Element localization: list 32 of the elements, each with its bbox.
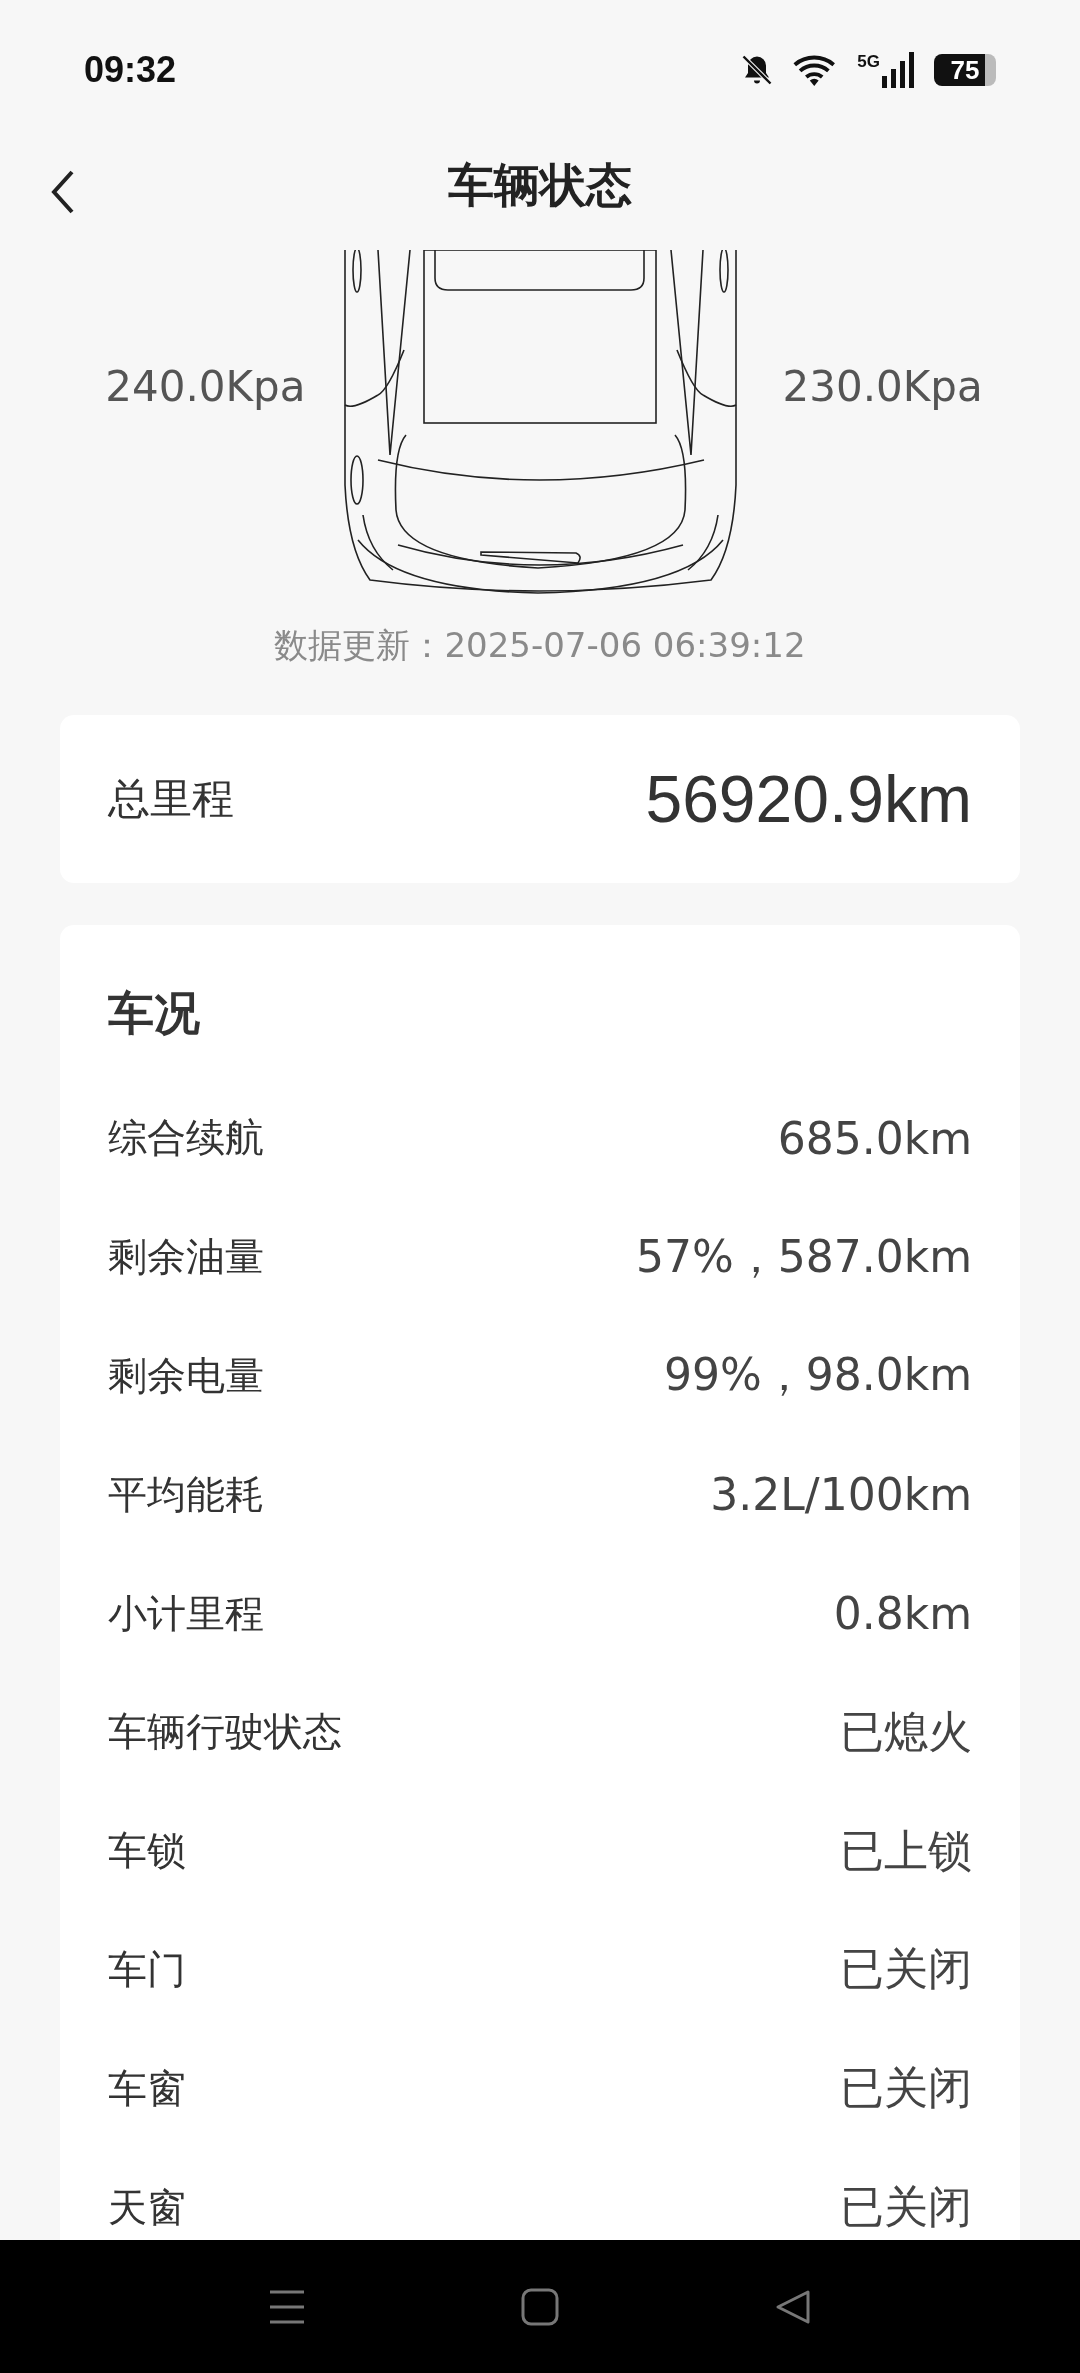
status-label: 小计里程 <box>108 1589 264 1638</box>
status-value: 已熄火 <box>840 1704 972 1759</box>
status-value: 99%，98.0km <box>663 1348 972 1403</box>
status-label: 剩余电量 <box>108 1352 264 1400</box>
status-label: 车窗 <box>108 2064 186 2113</box>
status-value: 57%，587.0km <box>635 1229 972 1284</box>
status-label: 车门 <box>108 1945 186 1994</box>
home-icon[interactable] <box>521 2287 559 2326</box>
status-label: 平均能耗 <box>108 1470 264 1519</box>
status-time: 09:32 <box>84 49 177 91</box>
status-label: 剩余油量 <box>108 1233 264 1282</box>
status-label: 车锁 <box>108 1827 186 1876</box>
page-title: 车辆状态 <box>448 157 632 214</box>
status-value: 已关闭 <box>840 1942 972 1997</box>
mileage-label: 总里程 <box>108 773 234 825</box>
status-label: 综合续航 <box>108 1114 264 1163</box>
tire-pressure: 230.0Kpa <box>782 362 983 411</box>
status-value: 已关闭 <box>840 2061 972 2116</box>
status-value: 685.0km <box>777 1112 972 1164</box>
tire-pressure: 240.0Kpa <box>105 362 306 411</box>
status-value: 0.8km <box>833 1588 972 1640</box>
status-label: 天窗 <box>108 2183 186 2232</box>
battery-indicator: 75 <box>934 54 996 86</box>
status-label: 车辆行驶状态 <box>108 1708 342 1757</box>
status-value: 已上锁 <box>840 1823 972 1878</box>
signal-icon <box>882 52 916 88</box>
section-title: 车况 <box>108 985 201 1042</box>
status-value: 已关闭 <box>840 2180 972 2235</box>
update-time: 数据更新：2025-07-06 06:39:12 <box>273 624 807 667</box>
status-value: 3.2L/100km <box>710 1469 972 1521</box>
network-type: 5G <box>857 52 880 72</box>
mileage-value: 56920.9km <box>645 761 972 837</box>
